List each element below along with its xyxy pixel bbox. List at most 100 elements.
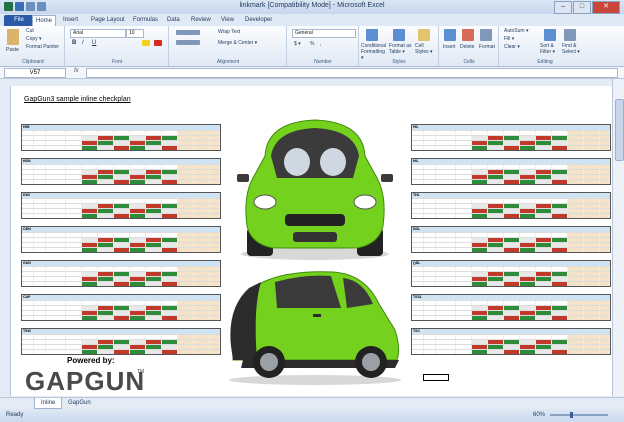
checkplan-cell (583, 350, 600, 354)
format-button[interactable]: Format (479, 44, 495, 50)
close-button[interactable]: ✕ (592, 1, 620, 14)
cell-styles-icon[interactable] (418, 29, 430, 41)
maximize-button[interactable]: □ (573, 1, 591, 14)
fill-color-icon[interactable] (142, 40, 150, 46)
currency-button[interactable]: $ ▾ (294, 41, 301, 47)
format-painter-button[interactable]: Format Painter (26, 44, 59, 50)
sheet-tab-inline[interactable]: Inline (34, 398, 63, 409)
checkplan-cell (436, 267, 457, 271)
tab-formulas[interactable]: Formulas (130, 15, 161, 26)
find-select-icon[interactable] (564, 29, 576, 41)
checkplan-table[interactable]: TSC (411, 328, 611, 355)
checkplan-cell (456, 136, 473, 140)
checkplan-cell (424, 165, 437, 169)
bold-button[interactable]: B (72, 40, 76, 46)
checkplan-table[interactable]: TSSL (411, 294, 611, 321)
checkplan-cell (22, 301, 35, 305)
font-family-select[interactable]: Arial (70, 29, 126, 38)
checkplan-table[interactable]: TSW (21, 328, 221, 355)
vertical-scrollbar-thumb[interactable] (615, 99, 624, 161)
paste-button[interactable]: Paste (6, 47, 19, 53)
checkplan-cell (412, 204, 425, 208)
checkplan-cell (436, 350, 457, 354)
checkplan-cell (98, 199, 114, 203)
checkplan-table[interactable]: HIL (411, 124, 611, 151)
worksheet[interactable]: GapGun3 sample inline checkplan HIM HDN DW… (11, 86, 612, 396)
cell-styles-button[interactable]: Cell Styles ▾ (415, 43, 435, 55)
format-as-table-icon[interactable] (393, 29, 405, 41)
checkplan-table[interactable]: ODN (21, 226, 221, 253)
checkplan-row (22, 213, 221, 218)
insert-cells-icon[interactable] (444, 29, 456, 41)
tab-review[interactable]: Review (188, 15, 214, 26)
checkplan-cell (66, 131, 83, 135)
formula-input[interactable] (86, 68, 618, 78)
number-format-select[interactable]: General (292, 29, 356, 38)
checkplan-cell (66, 146, 83, 150)
checkplan-cell (46, 306, 67, 310)
autosum-button[interactable]: AutoSum ▾ (504, 28, 528, 34)
sheet-tab-gapgun[interactable]: GapGun (62, 398, 97, 408)
checkplan-cell (161, 131, 178, 135)
tab-data[interactable]: Data (164, 15, 183, 26)
italic-button[interactable]: I (82, 40, 84, 46)
checkplan-cell (436, 340, 457, 344)
zoom-slider-thumb[interactable] (570, 412, 573, 418)
format-as-table-button[interactable]: Format as Table ▾ (389, 43, 413, 55)
clear-button[interactable]: Clear ▾ (504, 44, 520, 50)
tab-developer[interactable]: Developer (242, 15, 275, 26)
checkplan-table[interactable]: HIL (411, 158, 611, 185)
checkplan-cell (22, 199, 35, 203)
align-left-icon[interactable] (176, 40, 200, 45)
paste-icon[interactable] (7, 29, 19, 45)
zoom-slider[interactable] (550, 414, 608, 416)
font-size-select[interactable]: 10 (126, 29, 144, 38)
checkplan-table[interactable]: GUN (21, 260, 221, 287)
sort-filter-button[interactable]: Sort & Filter ▾ (540, 43, 560, 55)
checkplan-cell (22, 267, 35, 271)
name-box[interactable]: V57 (4, 68, 66, 78)
checkplan-table[interactable]: HDN (21, 158, 221, 185)
checkplan-table[interactable]: QDL (411, 260, 611, 287)
checkplan-table[interactable]: DDL (411, 226, 611, 253)
delete-button[interactable]: Delete (460, 44, 474, 50)
wrap-text-button[interactable]: Wrap Text (218, 29, 240, 35)
checkplan-cell (22, 170, 35, 174)
comma-button[interactable]: , (320, 41, 321, 47)
insert-button[interactable]: Insert (443, 44, 456, 50)
tab-page-layout[interactable]: Page Layout (88, 15, 128, 26)
checkplan-cell (424, 311, 437, 315)
zoom-level[interactable]: 60% (533, 412, 545, 418)
checkplan-table[interactable]: CAP (21, 294, 221, 321)
format-cells-icon[interactable] (480, 29, 492, 41)
tab-insert[interactable]: Insert (60, 15, 81, 26)
checkplan-cell (46, 175, 67, 179)
align-top-icon[interactable] (176, 30, 200, 35)
checkplan-cell (98, 345, 114, 349)
percent-button[interactable]: % (310, 41, 314, 47)
vertical-scrollbar[interactable] (612, 79, 624, 396)
checkplan-table[interactable]: HIM (21, 124, 221, 151)
checkplan-table[interactable]: THL (411, 192, 611, 219)
find-select-button[interactable]: Find & Select ▾ (562, 43, 584, 55)
fill-button[interactable]: Fill ▾ (504, 36, 514, 42)
selected-cell-box[interactable] (423, 374, 449, 381)
cut-button[interactable]: Cut (26, 28, 34, 34)
checkplan-code: DWI (23, 193, 30, 197)
font-color-icon[interactable] (154, 40, 162, 46)
checkplan-cell (472, 248, 489, 252)
tab-view[interactable]: View (218, 15, 237, 26)
checkplan-cell (599, 340, 611, 344)
minimize-button[interactable]: – (554, 1, 572, 14)
delete-cells-icon[interactable] (462, 29, 474, 41)
tab-file[interactable]: File (4, 15, 34, 26)
underline-button[interactable]: U (92, 40, 96, 46)
checkplan-cell (472, 165, 489, 169)
checkplan-cell (456, 311, 473, 315)
fx-icon[interactable]: fx (74, 68, 79, 74)
merge-center-button[interactable]: Merge & Center ▾ (218, 40, 257, 46)
sort-filter-icon[interactable] (544, 29, 556, 41)
checkplan-table[interactable]: DWI (21, 192, 221, 219)
conditional-formatting-icon[interactable] (366, 29, 378, 41)
copy-button[interactable]: Copy ▾ (26, 36, 42, 42)
